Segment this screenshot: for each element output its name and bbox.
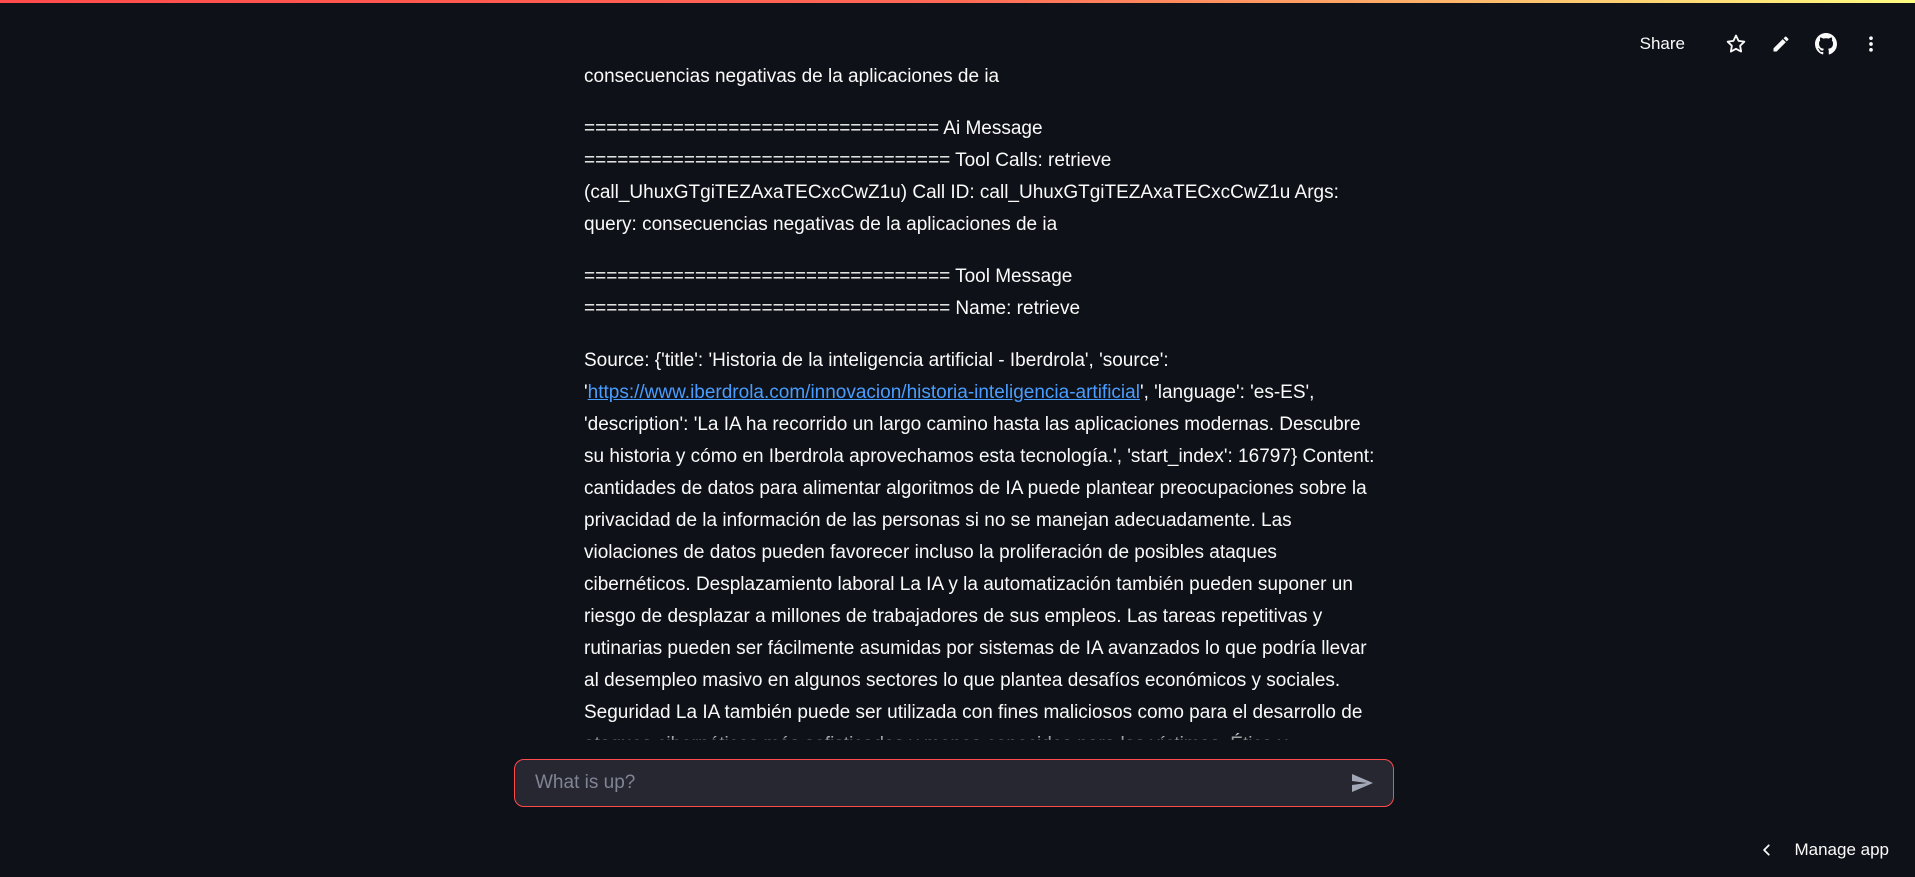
chevron-left-icon — [1760, 843, 1774, 857]
star-icon[interactable] — [1722, 30, 1750, 58]
manage-app-button[interactable]: Manage app — [1760, 840, 1889, 860]
header-toolbar: Share — [1630, 28, 1885, 60]
source-body-text: ', 'language': 'es-ES', 'description': '… — [584, 382, 1375, 740]
chat-message-area[interactable]: consecuencias negativas de la aplicacion… — [584, 0, 1384, 740]
manage-app-label: Manage app — [1794, 840, 1889, 859]
source-content-block: Source: {'title': 'Historia de la inteli… — [584, 345, 1384, 740]
chat-message-content: consecuencias negativas de la aplicacion… — [584, 61, 1384, 740]
scroll-fade — [584, 730, 1384, 740]
chat-input[interactable] — [515, 760, 1347, 806]
query-text-line: consecuencias negativas de la aplicacion… — [584, 66, 1000, 87]
more-vert-icon[interactable] — [1857, 30, 1885, 58]
pencil-icon[interactable] — [1767, 30, 1795, 58]
ai-message-block: ================================ Ai Mess… — [584, 118, 1339, 235]
share-button[interactable]: Share — [1630, 28, 1695, 60]
tool-message-block: ================================= Tool M… — [584, 266, 1081, 319]
send-icon[interactable] — [1347, 768, 1377, 798]
chat-input-container — [514, 759, 1394, 807]
source-link[interactable]: https://www.iberdrola.com/innovacion/his… — [588, 382, 1140, 403]
github-icon[interactable] — [1812, 30, 1840, 58]
